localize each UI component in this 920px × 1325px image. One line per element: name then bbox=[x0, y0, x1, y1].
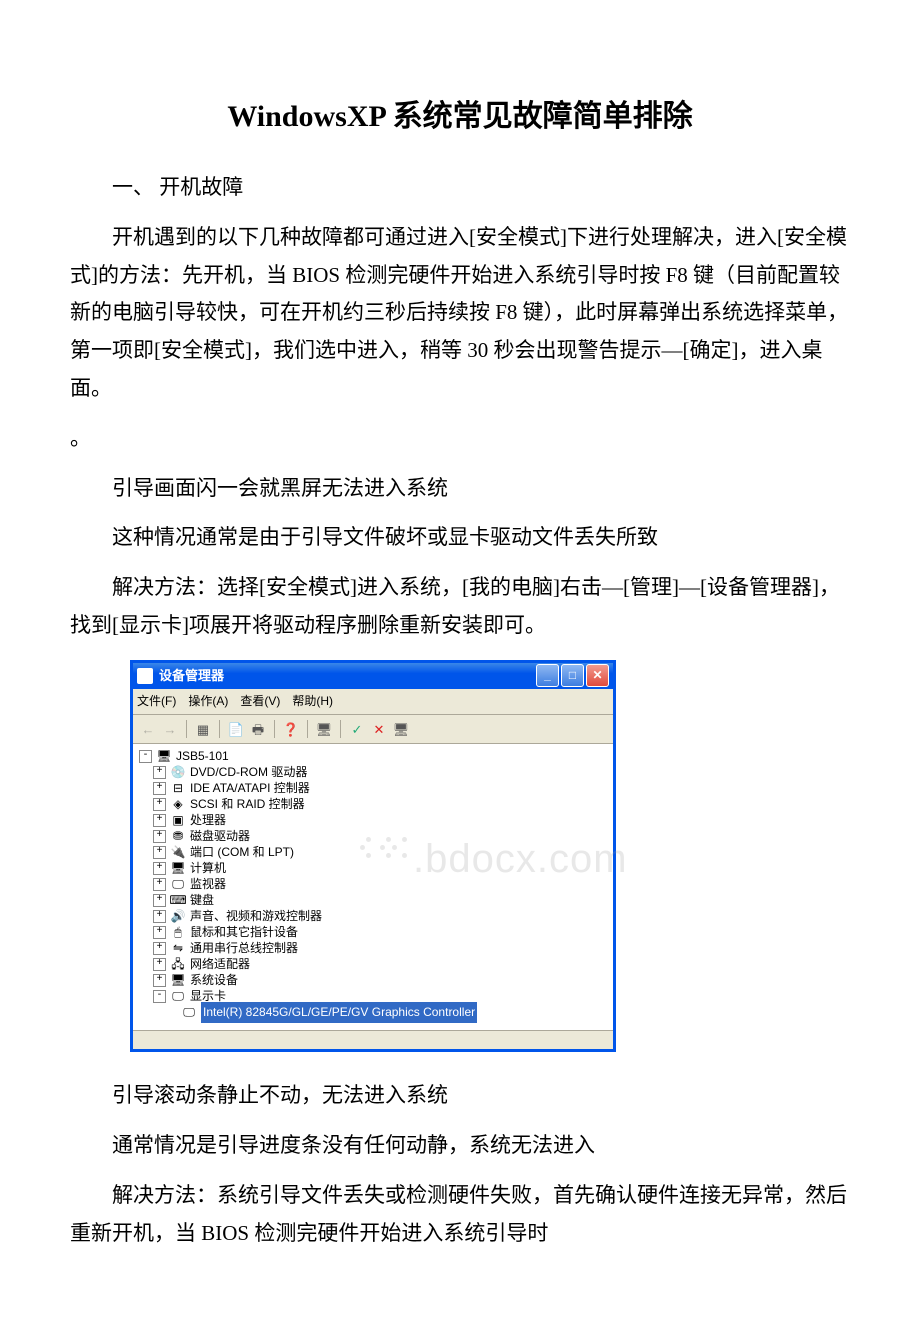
properties-icon[interactable]: 📄 bbox=[227, 720, 245, 738]
view-icon[interactable]: ▦ bbox=[194, 720, 212, 738]
expand-icon[interactable]: + bbox=[153, 782, 166, 795]
scan-icon[interactable]: 🖥 bbox=[315, 720, 333, 738]
expand-icon[interactable]: + bbox=[153, 814, 166, 827]
expand-icon[interactable]: + bbox=[153, 830, 166, 843]
expand-icon[interactable]: + bbox=[153, 766, 166, 779]
graphics-driver-icon: 🖵 bbox=[181, 1005, 197, 1019]
close-button[interactable]: ✕ bbox=[586, 664, 609, 687]
device-tree[interactable]: - 🖥 JSB5-101 +💿DVD/CD-ROM 驱动器+⊟IDE ATA/A… bbox=[133, 744, 613, 1030]
expand-icon[interactable]: + bbox=[153, 862, 166, 875]
forward-icon: → bbox=[161, 720, 179, 738]
collapse-icon[interactable]: - bbox=[139, 750, 152, 763]
menu-help[interactable]: 帮助(H) bbox=[292, 691, 333, 713]
expand-icon[interactable]: + bbox=[153, 974, 166, 987]
paragraph-3: 这种情况通常是由于引导文件破坏或显卡驱动文件丢失所致 bbox=[70, 519, 850, 557]
section-heading-1: 一、 开机故障 bbox=[70, 169, 850, 207]
app-icon: 🖥 bbox=[137, 668, 153, 684]
titlebar[interactable]: 🖥 设备管理器 _ □ ✕ bbox=[133, 663, 613, 689]
expand-icon[interactable]: + bbox=[153, 910, 166, 923]
maximize-button[interactable]: □ bbox=[561, 664, 584, 687]
help-icon[interactable]: ❓ bbox=[282, 720, 300, 738]
expand-icon[interactable]: + bbox=[153, 958, 166, 971]
document-title: WindowsXP 系统常见故障简单排除 bbox=[70, 90, 850, 144]
toolbar: ← → ▦ 📄 🖶 ❓ 🖥 ✓ ✕ 🖥 bbox=[133, 715, 613, 744]
expand-icon[interactable]: + bbox=[153, 798, 166, 811]
menu-action[interactable]: 操作(A) bbox=[188, 691, 228, 713]
period-line: 。 bbox=[70, 420, 850, 458]
minimize-button[interactable]: _ bbox=[536, 664, 559, 687]
paragraph-7: 解决方法：系统引导文件丢失或检测硬件失败，首先确认硬件连接无异常，然后重新开机，… bbox=[70, 1177, 850, 1253]
print-icon[interactable]: 🖶 bbox=[249, 720, 267, 738]
selected-driver-label: Intel(R) 82845G/GL/GE/PE/GV Graphics Con… bbox=[201, 1002, 477, 1024]
paragraph-1: 开机遇到的以下几种故障都可通过进入[安全模式]下进行处理解决，进入[安全模式]的… bbox=[70, 219, 850, 408]
paragraph-6: 通常情况是引导进度条没有任何动静，系统无法进入 bbox=[70, 1127, 850, 1165]
statusbar bbox=[133, 1030, 613, 1049]
paragraph-2: 引导画面闪一会就黑屏无法进入系统 bbox=[70, 470, 850, 508]
expand-icon[interactable]: + bbox=[153, 846, 166, 859]
enable-icon[interactable]: ✓ bbox=[348, 720, 366, 738]
back-icon: ← bbox=[139, 720, 157, 738]
window-title: 设备管理器 bbox=[159, 664, 536, 687]
device-manager-window: .bdocx.com 🖥 设备管理器 _ □ ✕ 文件(F) 操作(A) 查看(… bbox=[130, 660, 616, 1053]
expand-icon[interactable]: + bbox=[153, 894, 166, 907]
menu-file[interactable]: 文件(F) bbox=[137, 691, 176, 713]
paragraph-4: 解决方法：选择[安全模式]进入系统，[我的电脑]右击—[管理]—[设备管理器]，… bbox=[70, 569, 850, 645]
expand-icon[interactable]: + bbox=[153, 878, 166, 891]
menubar: 文件(F) 操作(A) 查看(V) 帮助(H) bbox=[133, 689, 613, 716]
menu-view[interactable]: 查看(V) bbox=[240, 691, 280, 713]
paragraph-5: 引导滚动条静止不动，无法进入系统 bbox=[70, 1077, 850, 1115]
uninstall-icon[interactable]: 🖥 bbox=[392, 720, 410, 738]
expand-icon[interactable]: + bbox=[153, 926, 166, 939]
tree-leaf-selected[interactable]: 🖵 Intel(R) 82845G/GL/GE/PE/GV Graphics C… bbox=[139, 1004, 607, 1020]
collapse-icon[interactable]: - bbox=[153, 990, 166, 1003]
disable-icon[interactable]: ✕ bbox=[370, 720, 388, 738]
expand-icon[interactable]: + bbox=[153, 942, 166, 955]
